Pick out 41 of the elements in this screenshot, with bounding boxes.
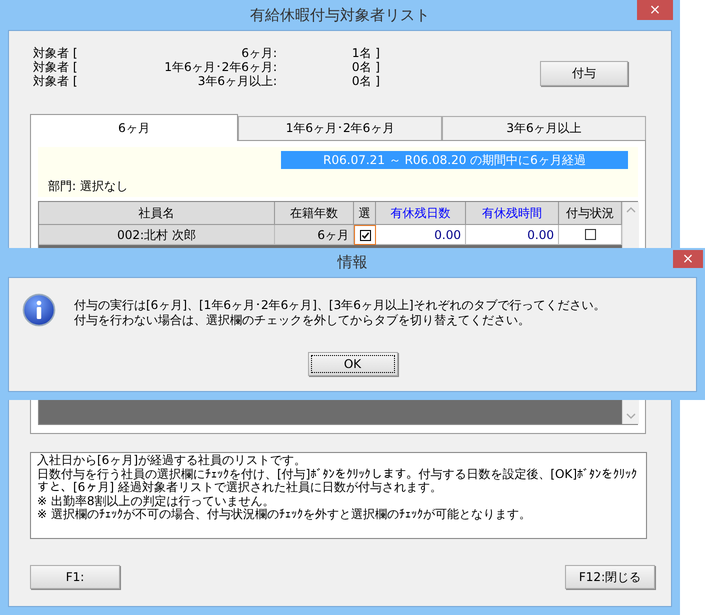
- column-header: 付与状況: [559, 202, 622, 225]
- department-label: 部門: 選択なし: [48, 178, 129, 195]
- table-cell: 0.00: [376, 225, 466, 245]
- close-button[interactable]: ×: [637, 0, 673, 20]
- period-banner: R06.07.21 ～ R06.08.20 の期間中に6ヶ月経過: [281, 151, 628, 169]
- column-header: 有休残日数: [376, 202, 466, 225]
- description-text: ※ 出勤率8割以上の判定は行っていません。: [37, 494, 276, 508]
- tab[interactable]: 1年6ヶ月･2年6ヶ月: [238, 116, 442, 140]
- checkbox[interactable]: [360, 230, 370, 240]
- summary-count: 1名 ]: [350, 46, 380, 60]
- tab[interactable]: 3年6ヶ月以上: [442, 116, 646, 140]
- summary-label: 3年6ヶ月以上:: [196, 74, 277, 88]
- checkbox[interactable]: [584, 229, 596, 240]
- column-header: 社員名: [39, 202, 275, 225]
- window-title: 有給休暇付与対象者リスト: [250, 6, 430, 24]
- summary-label: 6ヶ月:: [241, 46, 277, 60]
- tab[interactable]: 6ヶ月: [30, 114, 238, 141]
- info-icon: [22, 293, 56, 327]
- close-button[interactable]: ×: [673, 250, 703, 268]
- dialog-title: 情報: [338, 253, 368, 272]
- ok-button[interactable]: OK: [308, 352, 398, 376]
- dialog-message: 付与を行わない場合は、選択欄のチェックを外してからタブを切り替えてください。: [74, 313, 531, 328]
- summary-prefix: 対象者 [: [33, 74, 78, 88]
- dialog-message: 付与の実行は[6ヶ月]、[1年6ヶ月･2年6ヶ月]、[3年6ヶ月以上]それぞれのタブで行ってください。: [74, 298, 606, 313]
- description-text: 入社日から[6ヶ月]が経過する社員のリストです。: [37, 454, 307, 468]
- summary-label: 1年6ヶ月･2年6ヶ月:: [163, 60, 277, 74]
- table-cell: 002:北村 次郎: [39, 225, 275, 245]
- column-header: 有休残時間: [466, 202, 559, 225]
- summary-prefix: 対象者 [: [33, 60, 78, 74]
- summary-count: 0名 ]: [350, 74, 380, 88]
- summary-prefix: 対象者 [: [33, 46, 78, 60]
- description-text: 日数付与を行う社員の選択欄にﾁｪｯｸを付け、[付与]ﾎﾞﾀﾝをｸﾘｯｸします。付与する日数を設定後、[OK]ﾎﾞﾀﾝをｸﾘｯｸすと、[6ヶ月] 経過対象者リストで選択された社員に日数が付与されます。: [37, 468, 638, 494]
- function-button[interactable]: F12:閉じる: [565, 565, 655, 589]
- grant-button[interactable]: 付与: [540, 60, 628, 86]
- summary-count: 0名 ]: [350, 60, 380, 74]
- table-cell: 0.00: [466, 225, 559, 245]
- function-button[interactable]: F1:: [30, 565, 120, 589]
- description-text: ※ 選択欄のﾁｪｯｸが不可の場合、付与状況欄のﾁｪｯｸを外すと選択欄のﾁｪｯｸが可能となります。: [37, 508, 532, 522]
- column-header: 選: [354, 202, 376, 225]
- table-cell: 6ヶ月: [275, 225, 354, 245]
- column-header: 在籍年数: [275, 202, 354, 225]
